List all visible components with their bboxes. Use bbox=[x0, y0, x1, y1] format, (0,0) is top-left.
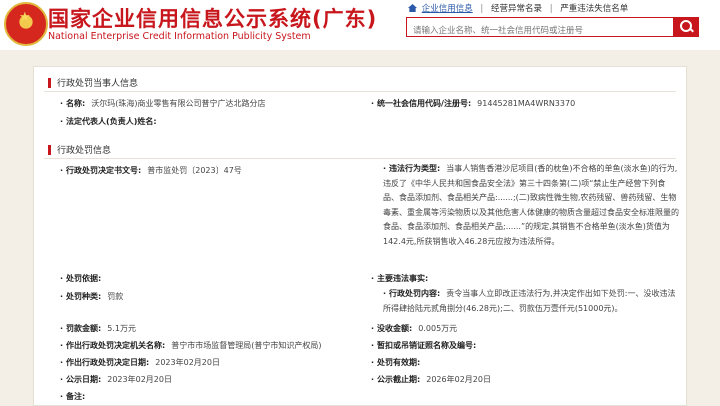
top-links: 企业信用信息 | 经营异常名录 | 严重违法失信名单 bbox=[408, 2, 628, 14]
section-marker bbox=[48, 145, 51, 155]
penalty-content-field: 行政处罚内容:责令当事人立即改正违法行为,并决定作出如下处罚:一、没收违法所得肆… bbox=[383, 287, 681, 316]
decision-no-field: 行政处罚决定书文号:普市监处罚〔2023〕47号 bbox=[60, 165, 242, 176]
divider bbox=[44, 91, 676, 92]
main-facts-field: 主要违法事实: bbox=[371, 273, 434, 284]
credit-code-field: 统一社会信用代码/注册号:91445281MA4WRN3370 bbox=[371, 98, 575, 109]
site-header: 国家企业信用信息公示系统(广东) National Enterprise Cre… bbox=[0, 0, 720, 50]
publish-date-field: 公示日期:2023年02月20日 bbox=[60, 374, 172, 385]
section-title-party: 行政处罚当事人信息 bbox=[48, 76, 138, 89]
suspension-field: 暂扣或吊销证照名称及编号: bbox=[371, 340, 482, 351]
authority-field: 作出行政处罚决定机关名称:普宁市市场监督管理局(普宁市知识产权局) bbox=[60, 340, 322, 351]
publish-end-field: 公示截止期:2026年02月20日 bbox=[371, 374, 491, 385]
confiscation-amount-field: 没收金额:0.005万元 bbox=[371, 323, 457, 334]
validity-field: 处罚有效期: bbox=[371, 357, 426, 368]
legal-rep-field: 法定代表人(负责人)姓名: bbox=[60, 116, 163, 127]
section-title-penalty: 行政处罚信息 bbox=[48, 143, 111, 156]
link-separator: | bbox=[549, 4, 553, 14]
decision-date-field: 作出行政处罚决定日期:2023年02月20日 bbox=[60, 357, 220, 368]
remarks-field: 备注: bbox=[60, 391, 91, 402]
link-separator: | bbox=[480, 4, 484, 14]
site-title: 国家企业信用信息公示系统(广东) bbox=[48, 7, 378, 31]
link-enterprise-credit[interactable]: 企业信用信息 bbox=[422, 2, 473, 14]
search-input[interactable] bbox=[407, 22, 669, 40]
link-serious-violation[interactable]: 严重违法失信名单 bbox=[560, 2, 628, 14]
site-subtitle: National Enterprise Credit Information P… bbox=[48, 31, 311, 42]
search-icon[interactable] bbox=[674, 17, 699, 37]
detail-panel: 行政处罚当事人信息 名称:沃尔玛(珠海)商业零售有限公司普宁广达北路分店 统一社… bbox=[33, 66, 687, 406]
divider bbox=[44, 158, 676, 159]
penalty-type-field: 处罚种类:罚款 bbox=[60, 291, 123, 302]
national-emblem-icon bbox=[4, 2, 48, 46]
fine-amount-field: 罚款金额:5.1万元 bbox=[60, 323, 136, 334]
link-abnormal-operation[interactable]: 经营异常名录 bbox=[491, 2, 542, 14]
violation-type-field: 违法行为类型:当事人销售香港沙尼项目(香的枕鱼)不合格的单鱼(淡水鱼)的行为,违… bbox=[383, 162, 681, 249]
section-marker bbox=[48, 78, 51, 88]
search-box bbox=[406, 17, 674, 40]
basis-field: 处罚依据: bbox=[60, 273, 107, 284]
home-icon[interactable] bbox=[408, 4, 417, 12]
party-name-field: 名称:沃尔玛(珠海)商业零售有限公司普宁广达北路分店 bbox=[60, 98, 266, 109]
